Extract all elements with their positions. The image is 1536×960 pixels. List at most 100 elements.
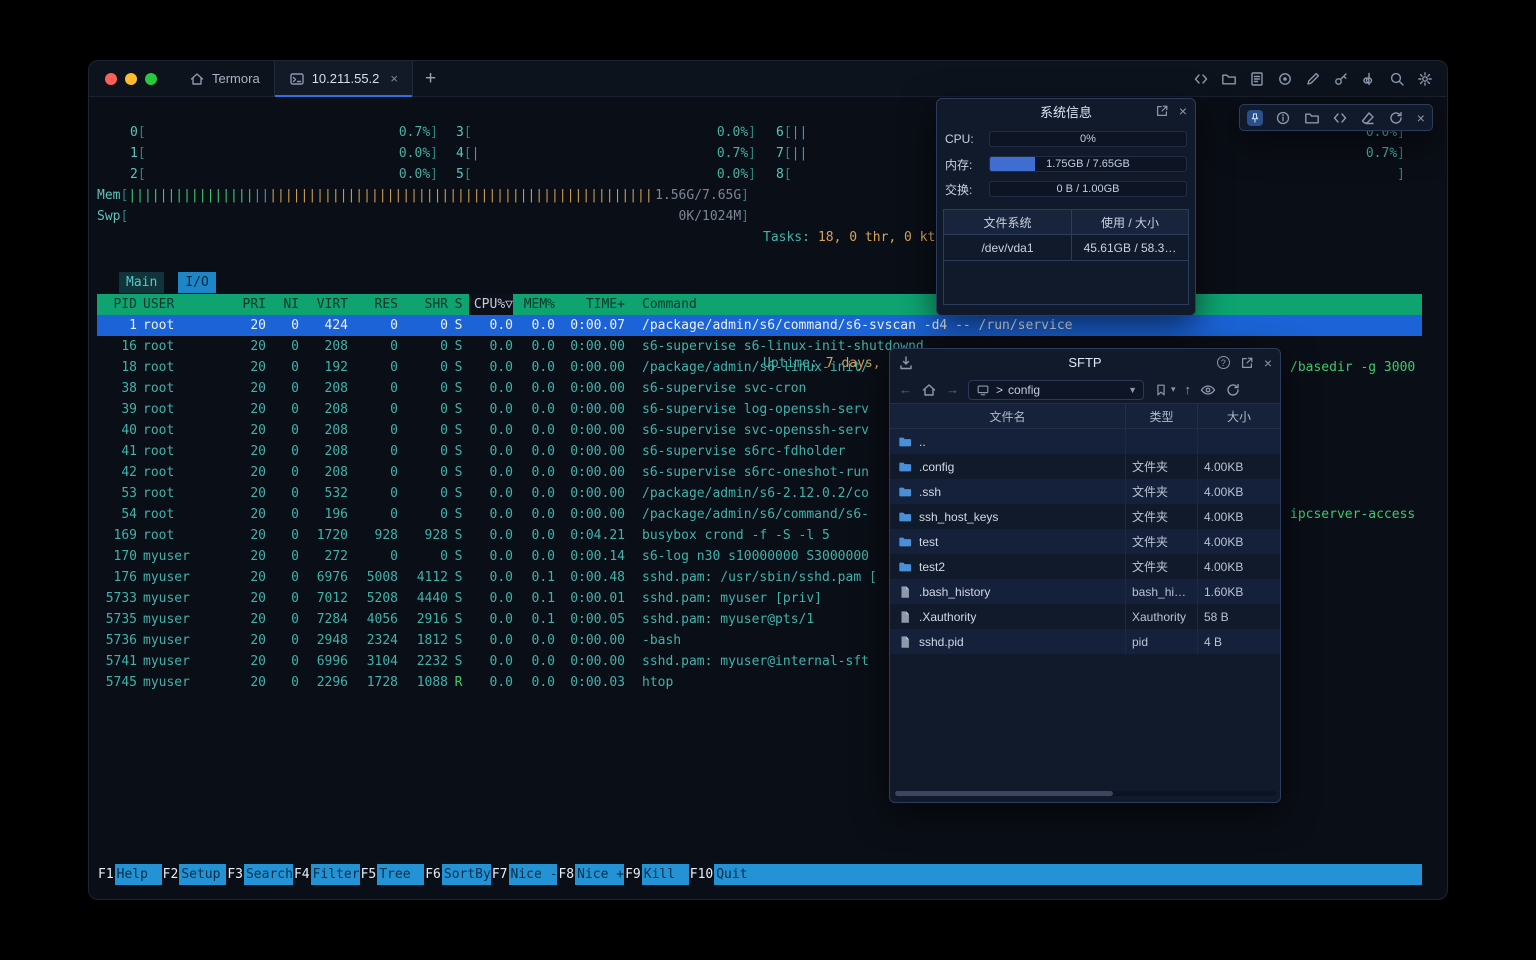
process-table-header[interactable]: PIDUSERPRINIVIRTRESSHRSCPU%▽MEM%TIME+Com… [97,294,1422,315]
refresh-icon[interactable] [1388,110,1404,126]
code-icon[interactable] [1332,110,1348,126]
file-type: 文件夹 [1126,504,1198,529]
new-tab-button[interactable]: + [425,69,436,88]
cpu-meter: 5[0.0%] [456,164,756,185]
file-name: .ssh [919,485,941,499]
zoom-window-button[interactable] [145,73,157,85]
file-row[interactable]: .config 文件夹 4.00KB [890,454,1280,479]
function-key[interactable]: F4Filter [293,864,360,885]
edit-icon[interactable] [1305,71,1321,87]
folder-icon [898,485,912,499]
file-row[interactable]: .. [890,429,1280,454]
cpu-usage-bar: 0% [989,131,1187,147]
search-icon[interactable] [1389,71,1405,87]
folder-icon [898,560,912,574]
home-icon[interactable] [921,382,937,398]
file-size: 4 B [1198,629,1280,654]
cpu-meter: 3[0.0%] [456,122,756,143]
file-row[interactable]: test 文件夹 4.00KB [890,529,1280,554]
file-row[interactable]: test2 文件夹 4.00KB [890,554,1280,579]
file-type: 文件夹 [1126,454,1198,479]
breadcrumb-segment[interactable]: config [1008,383,1040,397]
folder-icon [898,460,912,474]
tab-termora-home[interactable]: Termora [175,61,274,97]
parent-directory-icon[interactable]: ↑ [1185,383,1192,396]
function-key[interactable]: F8Nice + [557,864,624,885]
clean-icon[interactable] [1360,110,1376,126]
folder-icon[interactable] [1221,71,1237,87]
record-icon[interactable] [1277,71,1293,87]
help-icon[interactable]: ? [1217,356,1230,369]
function-key[interactable]: F7Nice - [491,864,558,885]
refresh-icon[interactable] [1225,382,1241,398]
memory-meter: Mem[||||||||||||||||||||||||||||||||||||… [97,185,749,206]
floating-toolbar: × [1239,104,1433,131]
filesystem-table: 文件系统 使用 / 大小 /dev/vda1 45.61GB / 58.3… [943,209,1189,305]
log-icon[interactable] [1249,71,1265,87]
pin-icon[interactable] [1247,110,1263,126]
file-name: .bash_history [919,585,990,599]
file-row[interactable]: .Xauthority Xauthority 58 B [890,604,1280,629]
memory-usage-bar: 1.75GB / 7.65GB [989,156,1187,172]
path-breadcrumb[interactable]: > config ▼ [968,380,1144,400]
info-icon[interactable] [1275,110,1291,126]
system-info-panel: 系统信息 × CPU: 0% 内存: 1.75GB / 7.65GB 交换: 0… [936,98,1196,316]
file-row[interactable]: ssh_host_keys 文件夹 4.00KB [890,504,1280,529]
back-icon[interactable]: ← [899,383,912,396]
close-toolbar-icon[interactable]: × [1417,111,1425,125]
file-row[interactable]: .ssh 文件夹 4.00KB [890,479,1280,504]
column-header-name[interactable]: 文件名 [890,404,1126,428]
forward-icon[interactable]: → [946,383,959,396]
file-table-header: 文件名 类型 大小 [890,403,1280,429]
file-type: 文件夹 [1126,554,1198,579]
folder-icon [898,435,912,449]
host-icon [975,382,991,398]
file-size: 58 B [1198,604,1280,629]
folder-icon [898,510,912,524]
function-key[interactable]: F1Help [97,864,162,885]
code-icon[interactable] [1193,71,1209,87]
function-key[interactable]: F5Tree [360,864,425,885]
close-window-button[interactable] [105,73,117,85]
minimize-window-button[interactable] [125,73,137,85]
swap-usage-row: 交换: 0 B / 1.00GB [945,180,1187,198]
show-hidden-eye-icon[interactable] [1200,382,1216,398]
swap-usage-bar: 0 B / 1.00GB [989,181,1187,197]
open-in-window-icon[interactable] [1239,355,1255,371]
file-type: 文件夹 [1126,479,1198,504]
file-name: test2 [919,560,945,574]
file-row[interactable]: .bash_history bash_hi… 1.60KB [890,579,1280,604]
htop-tab-main[interactable]: Main [119,272,164,293]
htop-tab-io[interactable]: I/O [178,272,215,293]
htop-function-bar: F1HelpF2SetupF3SearchF4FilterF5TreeF6Sor… [97,864,1422,885]
folder-icon[interactable] [1304,110,1320,126]
function-key[interactable]: F10Quit [689,864,761,885]
function-key[interactable]: F2Setup [162,864,227,885]
function-key[interactable]: F3Search [226,864,293,885]
process-row[interactable]: 1root20042400S0.00.00:00.07/package/admi… [97,315,1422,336]
function-key[interactable]: F9Kill [624,864,689,885]
file-name: .. [919,435,926,449]
function-key[interactable]: F6SortBy [424,864,491,885]
open-in-window-icon[interactable] [1154,103,1170,119]
sort-column-cpu: CPU%▽ [469,294,513,315]
terminal-icon [289,71,305,87]
column-header-size[interactable]: 大小 [1198,404,1280,428]
filesystem-row[interactable]: /dev/vda1 45.61GB / 58.3… [944,235,1188,261]
horizontal-scrollbar [894,791,1276,796]
scrollbar-thumb[interactable] [895,791,1113,796]
tab-session[interactable]: 10.211.55.2 × [274,61,413,97]
highlight-icon[interactable] [1361,71,1377,87]
column-header-type[interactable]: 类型 [1126,404,1198,428]
close-tab-icon[interactable]: × [390,71,398,86]
chevron-down-icon[interactable]: ▼ [1128,385,1137,395]
file-row[interactable]: sshd.pid pid 4 B [890,629,1280,654]
close-panel-icon[interactable]: × [1264,356,1272,370]
settings-gear-icon[interactable] [1417,71,1433,87]
swap-meter: Swp[0K/1024M] [97,206,749,227]
bookmark-control[interactable]: ▾ [1153,382,1176,398]
caret-down-icon: ▾ [1171,384,1176,395]
transfers-icon[interactable] [898,355,914,371]
key-icon[interactable] [1333,71,1349,87]
close-panel-icon[interactable]: × [1179,104,1187,118]
